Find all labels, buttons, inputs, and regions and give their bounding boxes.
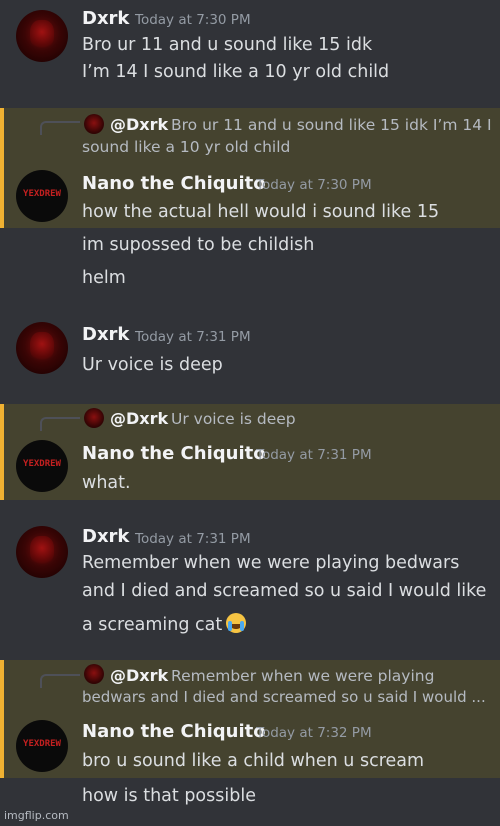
message-text: Remember when we were playing bedwars [82, 553, 460, 573]
reply-connector [40, 417, 80, 431]
message-text: im supossed to be childish [82, 235, 315, 255]
author-name[interactable]: Nano the Chiquito [82, 443, 266, 464]
message-text: bro u sound like a child when u scream [82, 751, 425, 771]
user-avatar-nano[interactable]: YEXDREW [16, 170, 68, 222]
timestamp: Today at 7:31 PM [256, 447, 372, 463]
reply-avatar-dxrk [84, 114, 104, 134]
avatar-label: YEXDREW [23, 459, 61, 469]
message-5: Dxrk Today at 7:31 PM Remember when we w… [0, 516, 500, 656]
avatar-label: YEXDREW [23, 739, 61, 749]
reply-preview-text[interactable]: bedwars and I died and screamed so u sai… [82, 688, 486, 706]
user-avatar-dxrk[interactable] [16, 322, 68, 374]
timestamp: Today at 7:30 PM [135, 12, 251, 28]
message-text: how is that possible [82, 786, 256, 806]
reply-avatar-dxrk [84, 408, 104, 428]
loudly-crying-face-icon [226, 613, 247, 633]
timestamp: Today at 7:31 PM [135, 329, 251, 345]
message-text: I’m 14 I sound like a 10 yr old child [82, 62, 390, 82]
message-text: helm [82, 268, 126, 288]
author-name[interactable]: Dxrk [82, 8, 129, 29]
author-name[interactable]: Nano the Chiquito [82, 721, 266, 742]
message-text-with-emoji: a screaming cat [82, 613, 247, 635]
message-text: how the actual hell would i sound like 1… [82, 202, 440, 222]
avatar-label: YEXDREW [23, 189, 61, 199]
message-1: Dxrk Today at 7:30 PM Bro ur 11 and u so… [0, 0, 500, 108]
message-text: what. [82, 473, 131, 493]
user-avatar-nano[interactable]: YEXDREW [16, 720, 68, 772]
reply-connector [40, 121, 80, 135]
message-text: Bro ur 11 and u sound like 15 idk [82, 35, 373, 55]
message-6-continuation: how is that possible [0, 778, 500, 808]
reply-author[interactable]: @Dxrk [110, 666, 168, 685]
reply-author[interactable]: @Dxrk [110, 409, 168, 428]
timestamp: Today at 7:31 PM [135, 531, 251, 547]
watermark: imgflip.com [4, 809, 69, 822]
message-4-highlighted: @Dxrk Ur voice is deep YEXDREW Nano the … [0, 404, 500, 500]
message-2-continuation: im supossed to be childish helm [0, 228, 500, 300]
message-3: Dxrk Today at 7:31 PM Ur voice is deep [0, 316, 500, 404]
author-name[interactable]: Dxrk [82, 324, 129, 345]
timestamp: Today at 7:32 PM [256, 725, 372, 741]
user-avatar-dxrk[interactable] [16, 10, 68, 62]
message-text: a screaming cat [82, 615, 223, 635]
reply-preview-text[interactable]: sound like a 10 yr old child [82, 138, 290, 156]
author-name[interactable]: Dxrk [82, 526, 129, 547]
reply-avatar-dxrk [84, 664, 104, 684]
reply-author[interactable]: @Dxrk [110, 115, 168, 134]
message-text: Ur voice is deep [82, 355, 223, 375]
timestamp: Today at 7:30 PM [256, 177, 372, 193]
reply-preview-text[interactable]: Remember when we were playing [171, 667, 434, 685]
message-6-highlighted: @Dxrk Remember when we were playing bedw… [0, 660, 500, 778]
message-text: and I died and screamed so u said I woul… [82, 581, 487, 601]
reply-connector [40, 674, 80, 688]
user-avatar-dxrk[interactable] [16, 526, 68, 578]
reply-preview-text[interactable]: Ur voice is deep [171, 410, 296, 428]
reply-preview-text[interactable]: Bro ur 11 and u sound like 15 idk I’m 14… [171, 116, 492, 134]
author-name[interactable]: Nano the Chiquito [82, 173, 266, 194]
message-2-highlighted: @Dxrk Bro ur 11 and u sound like 15 idk … [0, 108, 500, 228]
user-avatar-nano[interactable]: YEXDREW [16, 440, 68, 492]
